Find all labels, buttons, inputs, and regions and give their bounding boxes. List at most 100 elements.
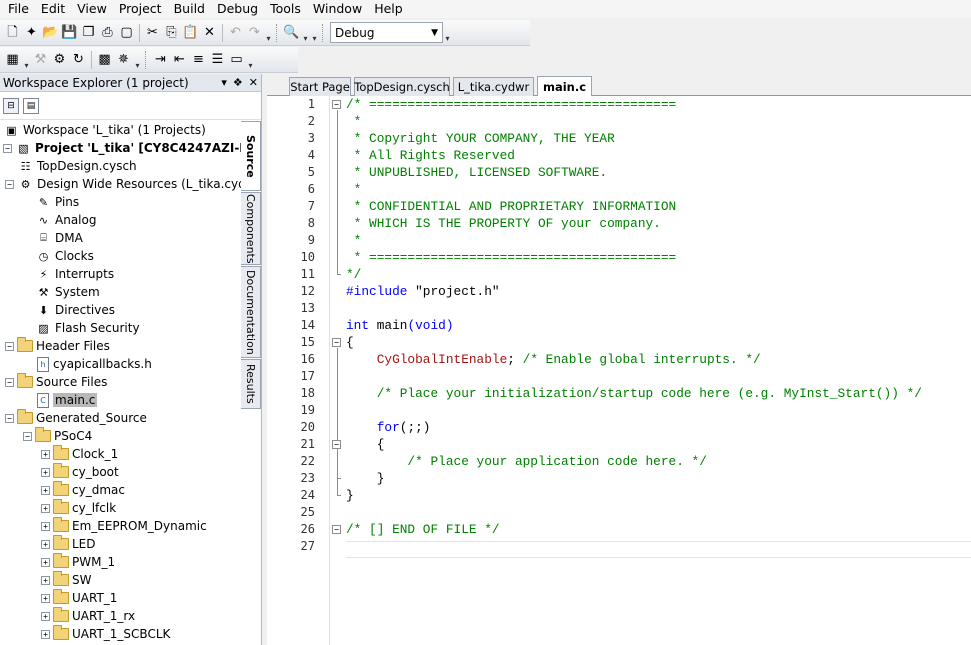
menu-build[interactable]: Build [168, 1, 211, 17]
toolbar-grip[interactable] [322, 23, 325, 42]
collapse-all-icon[interactable]: ⊟ [3, 97, 19, 114]
panel-dropdown-icon[interactable]: ▾ [221, 76, 227, 89]
indent-icon[interactable]: ⇥ [151, 50, 170, 70]
bookmark-icon[interactable]: ▭ [227, 50, 246, 70]
tree-item[interactable]: ∿ Analog [23, 211, 97, 229]
code-text-area[interactable]: /* =====================================… [346, 96, 971, 645]
tree-item[interactable]: ▨ Flash Security [23, 319, 139, 337]
collapse-icon[interactable]: − [3, 143, 12, 153]
toolbar-grip[interactable] [276, 23, 279, 42]
expand-icon[interactable]: + [41, 521, 50, 531]
tree-item[interactable]: ▣ Workspace 'L_tika' (1 Projects) [3, 121, 205, 139]
side-tab-documentation[interactable]: Documentation [241, 266, 261, 358]
tree-item[interactable]: −⚙ Design Wide Resources (L_tika.cydwr) [5, 175, 242, 193]
tree-item[interactable]: −▧ Project 'L_tika' [CY8C4247AZI-M485] [3, 139, 242, 157]
side-tab-components[interactable]: Components [241, 192, 261, 265]
debug-bug-icon[interactable]: ✵ [114, 50, 133, 70]
tree-item[interactable]: + UART_1_rx [41, 607, 135, 625]
menu-help[interactable]: Help [368, 1, 409, 17]
menu-window[interactable]: Window [307, 1, 368, 17]
toolbar-overflow-icon[interactable]: ▾ [246, 50, 255, 70]
tree-item[interactable]: + LED [41, 535, 96, 553]
expand-icon[interactable]: + [41, 593, 50, 603]
tab-l-tika-cydwr[interactable]: L_tika.cydwr [453, 77, 534, 96]
expand-icon[interactable]: + [41, 611, 50, 621]
side-tab-source[interactable]: Source [241, 121, 261, 191]
find-icon[interactable]: 🔍 [282, 23, 301, 43]
tree-item[interactable]: + cy_dmac [41, 481, 125, 499]
menu-tools[interactable]: Tools [264, 1, 307, 17]
tree-item[interactable]: + SW [41, 571, 91, 589]
clean-icon[interactable]: ⚒ [31, 50, 50, 70]
tree-item[interactable]: + cy_boot [41, 463, 119, 481]
menu-edit[interactable]: Edit [35, 1, 71, 17]
program-icon[interactable]: ⚙ [50, 50, 69, 70]
collapse-icon[interactable]: − [5, 377, 14, 387]
tree-item[interactable]: + UART_1 [41, 589, 117, 607]
collapse-icon[interactable]: − [5, 179, 14, 189]
tab-start-page[interactable]: Start Page [289, 77, 351, 96]
expand-icon[interactable]: + [41, 467, 50, 477]
tree-item[interactable]: ☷ TopDesign.cysch [5, 157, 137, 175]
collapse-icon[interactable]: − [5, 341, 14, 351]
side-tab-results[interactable]: Results [241, 359, 261, 409]
tree-item[interactable]: ⚡ Interrupts [23, 265, 114, 283]
expand-icon[interactable]: + [41, 449, 50, 459]
delete-icon[interactable]: ✕ [200, 23, 219, 43]
collapse-icon[interactable]: − [5, 413, 14, 423]
tree-item[interactable]: − Header Files [5, 337, 110, 355]
tree-item[interactable]: ✎ Pins [23, 193, 79, 211]
pin-icon[interactable]: ❖ [233, 76, 243, 89]
fold-collapse-icon[interactable]: − [332, 440, 341, 449]
menu-project[interactable]: Project [113, 1, 168, 17]
build-icon[interactable]: ▦ [3, 50, 22, 70]
save-icon[interactable]: 💾 [60, 23, 79, 43]
copy-icon[interactable]: ⎘ [162, 23, 181, 43]
tree-item[interactable]: h cyapicallbacks.h [23, 355, 152, 373]
tree-item[interactable]: − Source Files [5, 373, 107, 391]
uncomment-icon[interactable]: ☰ [208, 50, 227, 70]
tree-item[interactable]: − Generated_Source [5, 409, 147, 427]
expand-icon[interactable]: + [41, 575, 50, 585]
paste-icon[interactable]: 📋 [181, 23, 200, 43]
close-file-icon[interactable]: ▢ [117, 23, 136, 43]
close-icon[interactable]: ✕ [249, 76, 258, 89]
cut-icon[interactable]: ✂ [143, 23, 162, 43]
expand-icon[interactable]: + [41, 557, 50, 567]
fold-collapse-icon[interactable]: − [332, 525, 341, 534]
expand-icon[interactable]: + [41, 539, 50, 549]
tree-item[interactable]: ◷ Clocks [23, 247, 94, 265]
find-dropdown-icon[interactable]: ▾ [301, 23, 310, 43]
tree-item[interactable]: ⌸ DMA [23, 229, 83, 247]
tree-item[interactable]: ⬇ Directives [23, 301, 115, 319]
tree-item[interactable]: + PWM_1 [41, 553, 115, 571]
menu-file[interactable]: File [0, 1, 35, 17]
tree-item[interactable]: + UART_1_SCBCLK [41, 625, 170, 643]
expand-icon[interactable]: + [41, 629, 50, 639]
redo-icon[interactable]: ↷ [245, 23, 264, 43]
tree-item[interactable]: + cy_lfclk [41, 499, 116, 517]
open-folder-icon[interactable]: 📂 [41, 23, 60, 43]
tab-main-c[interactable]: main.c [537, 76, 592, 96]
toolbar-overflow-icon[interactable]: ▾ [264, 23, 273, 43]
tree-item[interactable]: Cmain.c [23, 391, 98, 409]
toolbar-overflow-icon[interactable]: ▾ [443, 23, 452, 43]
menu-debug[interactable]: Debug [211, 1, 264, 17]
new-item-icon[interactable]: ✦ [22, 23, 41, 43]
tree-item[interactable]: + Em_EEPROM_Dynamic [41, 517, 207, 535]
new-project-icon[interactable]: 🗋 [3, 23, 22, 43]
properties-icon[interactable]: ▤ [23, 97, 39, 114]
toolbar-grip[interactable] [145, 50, 148, 69]
tree-item[interactable]: ⚒ System [23, 283, 100, 301]
generate-icon[interactable]: ↻ [69, 50, 88, 70]
tab-topdesign-cysch[interactable]: TopDesign.cysch [354, 77, 450, 96]
expand-icon[interactable]: + [41, 485, 50, 495]
outdent-icon[interactable]: ⇤ [170, 50, 189, 70]
chip-program-icon[interactable]: ▩ [95, 50, 114, 70]
comment-icon[interactable]: ≡ [189, 50, 208, 70]
save-all-icon[interactable]: ❐ [79, 23, 98, 43]
tree-item[interactable]: − PSoC4 [23, 427, 92, 445]
collapse-icon[interactable]: − [23, 431, 32, 441]
toolbar-overflow-icon[interactable]: ▾ [310, 23, 319, 43]
expand-icon[interactable]: + [41, 503, 50, 513]
